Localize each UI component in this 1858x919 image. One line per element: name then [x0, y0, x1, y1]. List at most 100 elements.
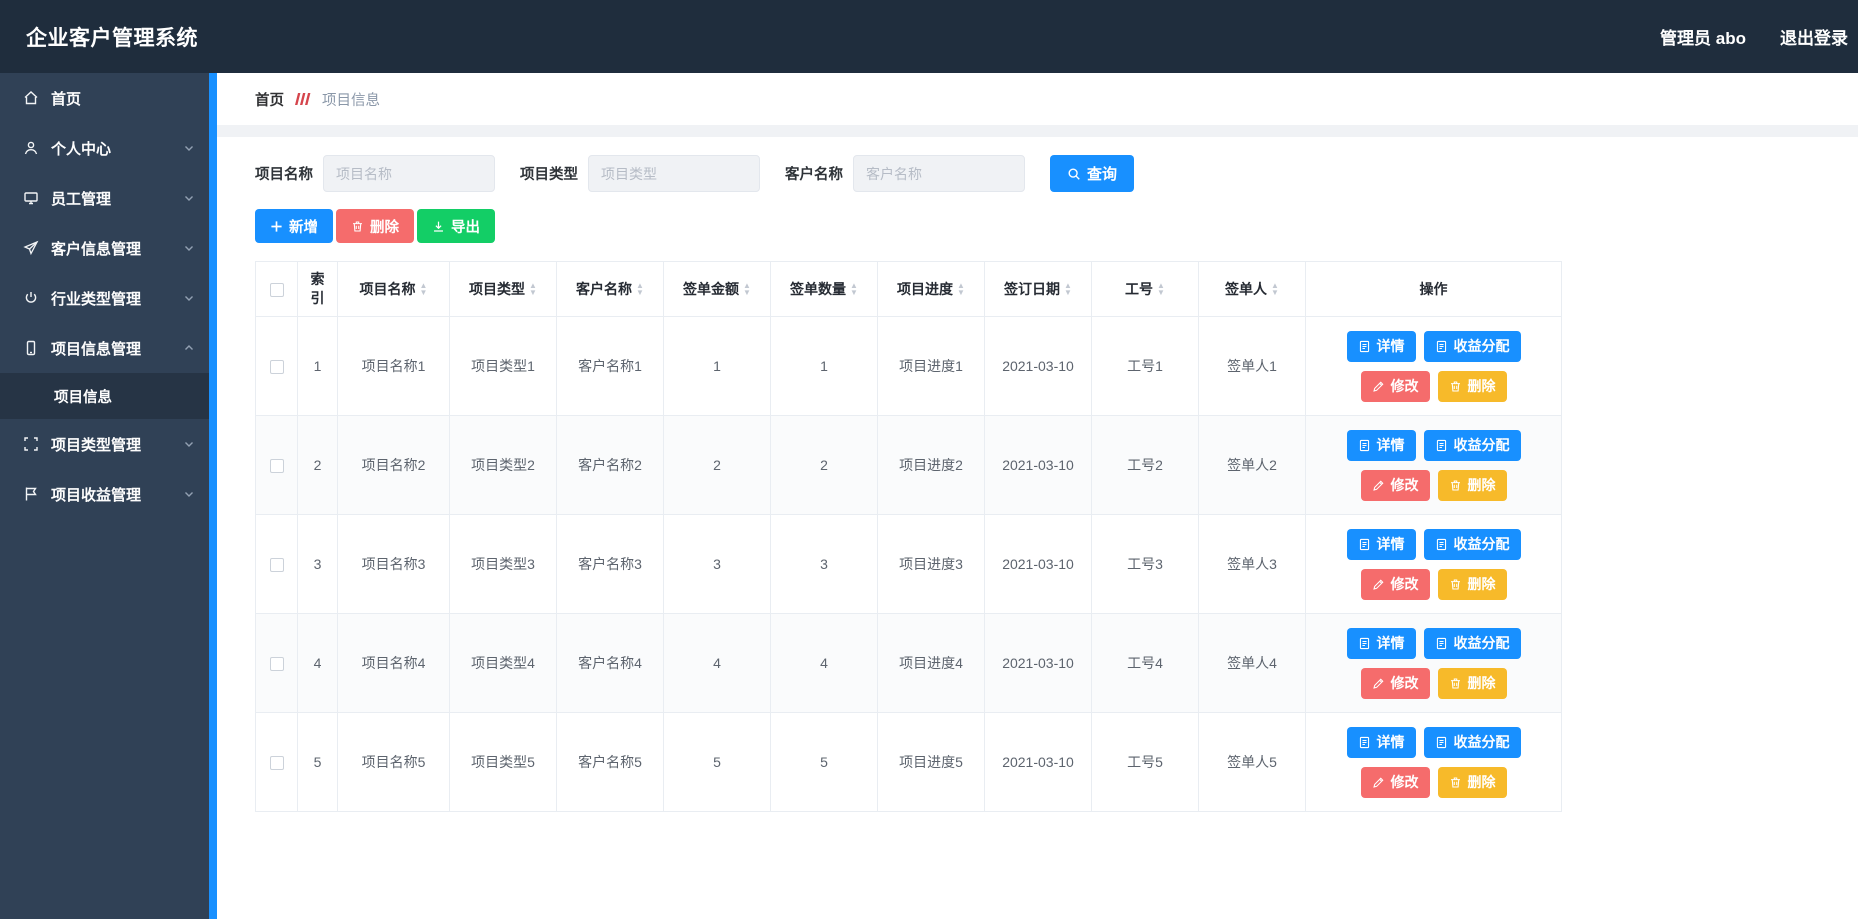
detail-button[interactable]: 详情 — [1347, 727, 1416, 758]
income-distribution-button[interactable]: 收益分配 — [1424, 628, 1521, 659]
income-distribution-button[interactable]: 收益分配 — [1424, 727, 1521, 758]
delete-button[interactable]: 删除 — [1438, 569, 1507, 600]
sort-icon[interactable]: ▲▼ — [743, 282, 751, 296]
sort-icon[interactable]: ▲▼ — [1064, 282, 1072, 296]
breadcrumb-home-link[interactable]: 首页 — [255, 89, 284, 110]
column-header-index: 索引 — [298, 262, 338, 317]
cell-actions: 详情 收益分配 修改 — [1306, 614, 1562, 713]
cell-sign-quantity: 3 — [771, 515, 878, 614]
project-type-label: 项目类型 — [520, 163, 578, 184]
logout-link[interactable]: 退出登录 — [1780, 24, 1848, 49]
trash-icon — [351, 220, 364, 233]
customer-name-label: 客户名称 — [785, 163, 843, 184]
delete-button[interactable]: 删除 — [1438, 470, 1507, 501]
sort-icon[interactable]: ▲▼ — [420, 282, 428, 296]
edit-button[interactable]: 修改 — [1361, 767, 1430, 798]
sidebar-item-project-info-management[interactable]: 项目信息管理 — [0, 323, 209, 373]
row-select-cell — [256, 317, 298, 416]
edit-button[interactable]: 修改 — [1361, 371, 1430, 402]
project-name-input[interactable] — [323, 155, 495, 192]
sort-icon[interactable]: ▲▼ — [636, 282, 644, 296]
delete-button[interactable]: 删除 — [1438, 371, 1507, 402]
detail-button[interactable]: 详情 — [1347, 628, 1416, 659]
delete-button[interactable]: 删除 — [1438, 668, 1507, 699]
sidebar-item-project-income-management[interactable]: 项目收益管理 — [0, 469, 209, 519]
sort-icon[interactable]: ▲▼ — [529, 282, 537, 296]
column-header-sign-date[interactable]: 签订日期▲▼ — [985, 262, 1092, 317]
detail-button[interactable]: 详情 — [1347, 331, 1416, 362]
sidebar-item-industry-type-management[interactable]: 行业类型管理 — [0, 273, 209, 323]
cell-actions: 详情 收益分配 修改 — [1306, 317, 1562, 416]
pencil-icon — [1372, 578, 1385, 591]
select-all-checkbox[interactable] — [270, 283, 284, 297]
cell-index: 4 — [298, 614, 338, 713]
detail-button[interactable]: 详情 — [1347, 430, 1416, 461]
project-type-input[interactable] — [588, 155, 760, 192]
table-toolbar: 新增 删除 导出 — [255, 209, 1838, 243]
cell-job-number: 工号2 — [1092, 416, 1199, 515]
edit-button[interactable]: 修改 — [1361, 569, 1430, 600]
cell-project-name: 项目名称1 — [338, 317, 450, 416]
cell-sign-date: 2021-03-10 — [985, 515, 1092, 614]
column-header-sign-amount[interactable]: 签单金额▲▼ — [664, 262, 771, 317]
admin-user-link[interactable]: 管理员 abo — [1660, 24, 1746, 49]
chevron-up-icon — [183, 342, 195, 354]
table-row: 3 项目名称3 项目类型3 客户名称3 3 3 项目进度3 2021-03-10… — [256, 515, 1562, 614]
main-layout: 首页 个人中心 员工管理 客户信息管理 — [0, 73, 1858, 919]
export-button[interactable]: 导出 — [417, 209, 495, 243]
column-header-job-number[interactable]: 工号▲▼ — [1092, 262, 1199, 317]
detail-button[interactable]: 详情 — [1347, 529, 1416, 560]
document-icon — [1358, 340, 1371, 353]
column-header-customer-name[interactable]: 客户名称▲▼ — [557, 262, 664, 317]
row-checkbox[interactable] — [270, 558, 284, 572]
column-header-project-name[interactable]: 项目名称▲▼ — [338, 262, 450, 317]
row-checkbox[interactable] — [270, 756, 284, 770]
cell-signer: 签单人4 — [1199, 614, 1306, 713]
document-icon — [1435, 637, 1448, 650]
cell-index: 3 — [298, 515, 338, 614]
send-icon — [22, 239, 40, 257]
column-header-project-progress[interactable]: 项目进度▲▼ — [878, 262, 985, 317]
sidebar-item-employee-management[interactable]: 员工管理 — [0, 173, 209, 223]
sidebar-item-personal-center[interactable]: 个人中心 — [0, 123, 209, 173]
pencil-icon — [1372, 380, 1385, 393]
column-header-sign-quantity[interactable]: 签单数量▲▼ — [771, 262, 878, 317]
cell-sign-amount: 3 — [664, 515, 771, 614]
bulk-delete-button[interactable]: 删除 — [336, 209, 414, 243]
search-button[interactable]: 查询 — [1050, 155, 1134, 192]
sidebar-item-home[interactable]: 首页 — [0, 73, 209, 123]
sidebar-item-label: 项目信息管理 — [51, 338, 183, 359]
cell-project-name: 项目名称3 — [338, 515, 450, 614]
table-row: 4 项目名称4 项目类型4 客户名称4 4 4 项目进度4 2021-03-10… — [256, 614, 1562, 713]
edit-button[interactable]: 修改 — [1361, 470, 1430, 501]
sort-icon[interactable]: ▲▼ — [1157, 282, 1165, 296]
delete-button[interactable]: 删除 — [1438, 767, 1507, 798]
sidebar-item-project-type-management[interactable]: 项目类型管理 — [0, 419, 209, 469]
row-checkbox[interactable] — [270, 360, 284, 374]
income-distribution-button[interactable]: 收益分配 — [1424, 331, 1521, 362]
cell-job-number: 工号4 — [1092, 614, 1199, 713]
sort-icon[interactable]: ▲▼ — [957, 282, 965, 296]
cell-sign-quantity: 1 — [771, 317, 878, 416]
income-distribution-button[interactable]: 收益分配 — [1424, 529, 1521, 560]
search-icon — [1067, 167, 1081, 181]
trash-icon — [1449, 776, 1462, 789]
chevron-down-icon — [183, 142, 195, 154]
add-button[interactable]: 新增 — [255, 209, 333, 243]
column-header-signer[interactable]: 签单人▲▼ — [1199, 262, 1306, 317]
cell-job-number: 工号3 — [1092, 515, 1199, 614]
document-icon — [1435, 340, 1448, 353]
sidebar-item-customer-info-management[interactable]: 客户信息管理 — [0, 223, 209, 273]
user-icon — [22, 139, 40, 157]
row-checkbox[interactable] — [270, 459, 284, 473]
row-checkbox[interactable] — [270, 657, 284, 671]
column-header-project-type[interactable]: 项目类型▲▼ — [450, 262, 557, 317]
trash-icon — [1449, 677, 1462, 690]
customer-name-input[interactable] — [853, 155, 1025, 192]
sort-icon[interactable]: ▲▼ — [1271, 282, 1279, 296]
sort-icon[interactable]: ▲▼ — [850, 282, 858, 296]
sidebar-item-project-info[interactable]: 项目信息 — [0, 373, 209, 419]
edit-button[interactable]: 修改 — [1361, 668, 1430, 699]
chevron-down-icon — [183, 242, 195, 254]
income-distribution-button[interactable]: 收益分配 — [1424, 430, 1521, 461]
